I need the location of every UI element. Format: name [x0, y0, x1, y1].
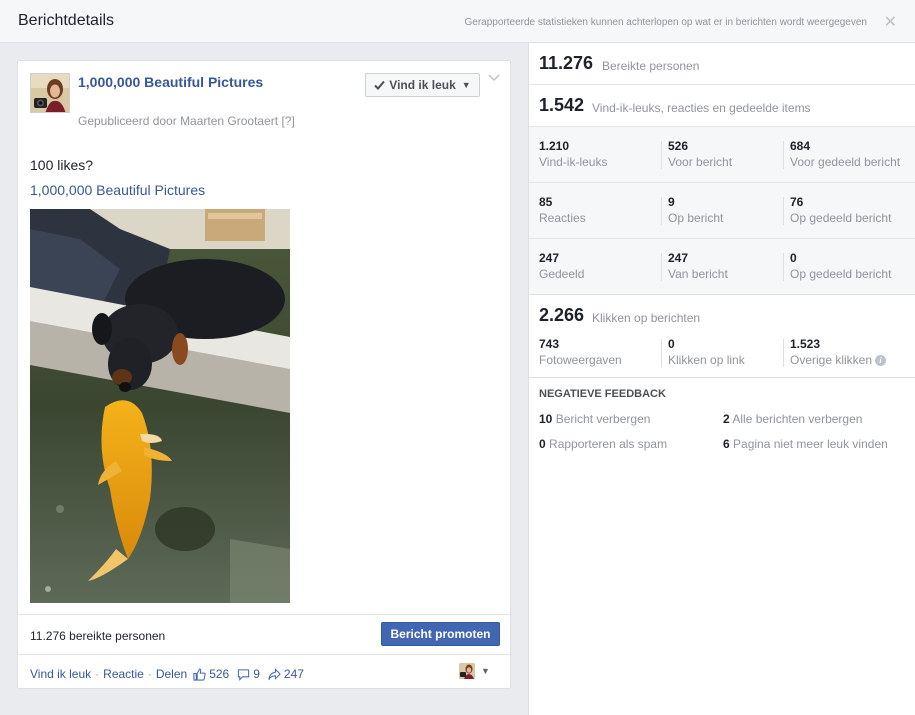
engagement-summary: 1.542 Vind-ik-leuks, reacties en gedeeld… [529, 85, 915, 127]
comment-bubble-icon [238, 668, 250, 681]
engagement-value: 1.542 [539, 95, 585, 115]
published-by: Gepubliceerd door Maarten Grootaert [?] [78, 114, 295, 128]
negative-feedback-title: NEGATIEVE FEEDBACK [539, 388, 666, 400]
stat-value: 1.523 [790, 337, 821, 351]
caret-down-icon: ▼ [461, 80, 471, 90]
post-as-avatar[interactable] [459, 663, 475, 679]
checkmark-icon [374, 80, 386, 90]
page-like-button[interactable]: Vind ik leuk ▼ [365, 73, 480, 97]
engagement-label: Vind-ik-leuks, reacties en gedeelde item… [592, 101, 811, 115]
stat-value: 0 [668, 337, 675, 351]
post-stats-panel: 11.276 Bereikte personen 1.542 Vind-ik-l… [528, 43, 915, 715]
post-counts: 526 9 247 [193, 667, 309, 681]
reactions-row: 85 Reacties 9 Op bericht 76 Op gedeeld beri… [529, 183, 915, 239]
stat-value: 743 [539, 337, 560, 351]
engagement-breakdown: 1.210 Vind-ik-leuks 526 Voor bericht 684 Vo… [529, 127, 915, 295]
stats-delay-note: Gerapporteerde statistieken kunnen achte… [464, 17, 867, 28]
stat-label: Klikken op link [668, 353, 745, 367]
post-page-link[interactable]: 1,000,000 Beautiful Pictures [30, 182, 205, 198]
divider [661, 339, 662, 367]
shares-row: 247 Gedeeld 247 Van bericht 0 Op gedeeld be… [529, 239, 915, 295]
info-icon[interactable]: i [875, 355, 887, 367]
share-action-link[interactable]: Delen [156, 667, 187, 681]
dialog-header: Berichtdetails Gerapporteerde statistiek… [0, 0, 915, 43]
divider [661, 141, 662, 169]
page-like-label: Vind ik leuk [389, 78, 456, 92]
divider [783, 339, 784, 367]
divider [661, 253, 662, 281]
likes-count[interactable]: 526 [209, 667, 229, 681]
stat-label: Vind-ik-leuks [539, 155, 608, 169]
post-card: 1,000,000 Beautiful Pictures Gepubliceer… [17, 60, 512, 690]
stat-label: Voor bericht [668, 155, 733, 169]
shares-count[interactable]: 247 [284, 667, 304, 681]
stat-label: Gedeeld [539, 267, 585, 281]
stat-value: 9 [668, 195, 675, 209]
stat-value: 76 [790, 195, 804, 209]
likes-row: 1.210 Vind-ik-leuks 526 Voor bericht 684 Vo… [529, 127, 915, 183]
neg-unlike-page: 6 Pagina niet meer leuk vinden [723, 437, 888, 451]
reach-label: Bereikte personen [602, 59, 700, 73]
post-reach-text: 11.276 bereikte personen [30, 629, 166, 643]
reach-value: 11.276 [539, 53, 594, 73]
close-icon[interactable]: ✕ [884, 12, 897, 32]
stat-value: 247 [539, 251, 560, 265]
post-actions: Vind ik leuk · Reactie · Delen 526 9 247 [30, 667, 309, 681]
page-name-link[interactable]: 1,000,000 Beautiful Pictures [78, 74, 263, 90]
dialog-title: Berichtdetails [18, 12, 115, 29]
share-arrow-icon [268, 667, 281, 680]
stat-value: 0 [790, 251, 797, 265]
post-clicks-section: 2.266 Klikken op berichten 743 Fotoweerga… [529, 295, 915, 378]
neg-hide-all: 2 Alle berichten verbergen [723, 412, 863, 426]
stat-label: Van bericht [668, 267, 728, 281]
stat-label: Voor gedeeld bericht [790, 155, 901, 169]
divider [783, 197, 784, 225]
stat-value: 1.210 [539, 139, 570, 153]
like-action-link[interactable]: Vind ik leuk [30, 667, 91, 681]
stat-label: Op bericht [668, 211, 724, 225]
stat-value: 684 [790, 139, 811, 153]
stat-label: Overige klikken i [790, 353, 887, 367]
post-message: 100 likes? [30, 157, 94, 173]
clicks-value: 2.266 [539, 305, 585, 325]
promote-post-button[interactable]: Bericht promoten [381, 622, 500, 646]
comment-action-link[interactable]: Reactie [103, 667, 144, 681]
comments-count[interactable]: 9 [253, 667, 260, 681]
stat-value: 247 [668, 251, 689, 265]
stat-label: Op gedeeld bericht [790, 211, 892, 225]
post-as-caret-icon[interactable]: ▼ [481, 666, 490, 676]
reach-summary: 11.276 Bereikte personen [529, 43, 915, 85]
thumbs-up-icon [193, 668, 206, 681]
divider [783, 141, 784, 169]
stat-value: 85 [539, 195, 553, 209]
post-reach-bar: 11.276 bereikte personen Bericht promote… [18, 614, 512, 654]
divider [783, 253, 784, 281]
neg-report-spam: 0 Rapporteren als spam [539, 437, 668, 451]
clicks-label: Klikken op berichten [592, 311, 701, 325]
stat-value: 526 [668, 139, 689, 153]
stat-label: Reacties [539, 211, 586, 225]
post-actions-bar: Vind ik leuk · Reactie · Delen 526 9 247 [18, 654, 512, 690]
post-options-chevron-icon[interactable] [488, 73, 500, 85]
stat-label: Fotoweergaven [539, 353, 622, 367]
divider [661, 197, 662, 225]
neg-hide-post: 10 Bericht verbergen [539, 412, 651, 426]
post-preview-panel: 1,000,000 Beautiful Pictures Gepubliceer… [0, 43, 528, 715]
post-photo[interactable] [30, 209, 290, 603]
page-avatar[interactable] [30, 73, 70, 113]
stat-label: Op gedeeld bericht [790, 267, 892, 281]
